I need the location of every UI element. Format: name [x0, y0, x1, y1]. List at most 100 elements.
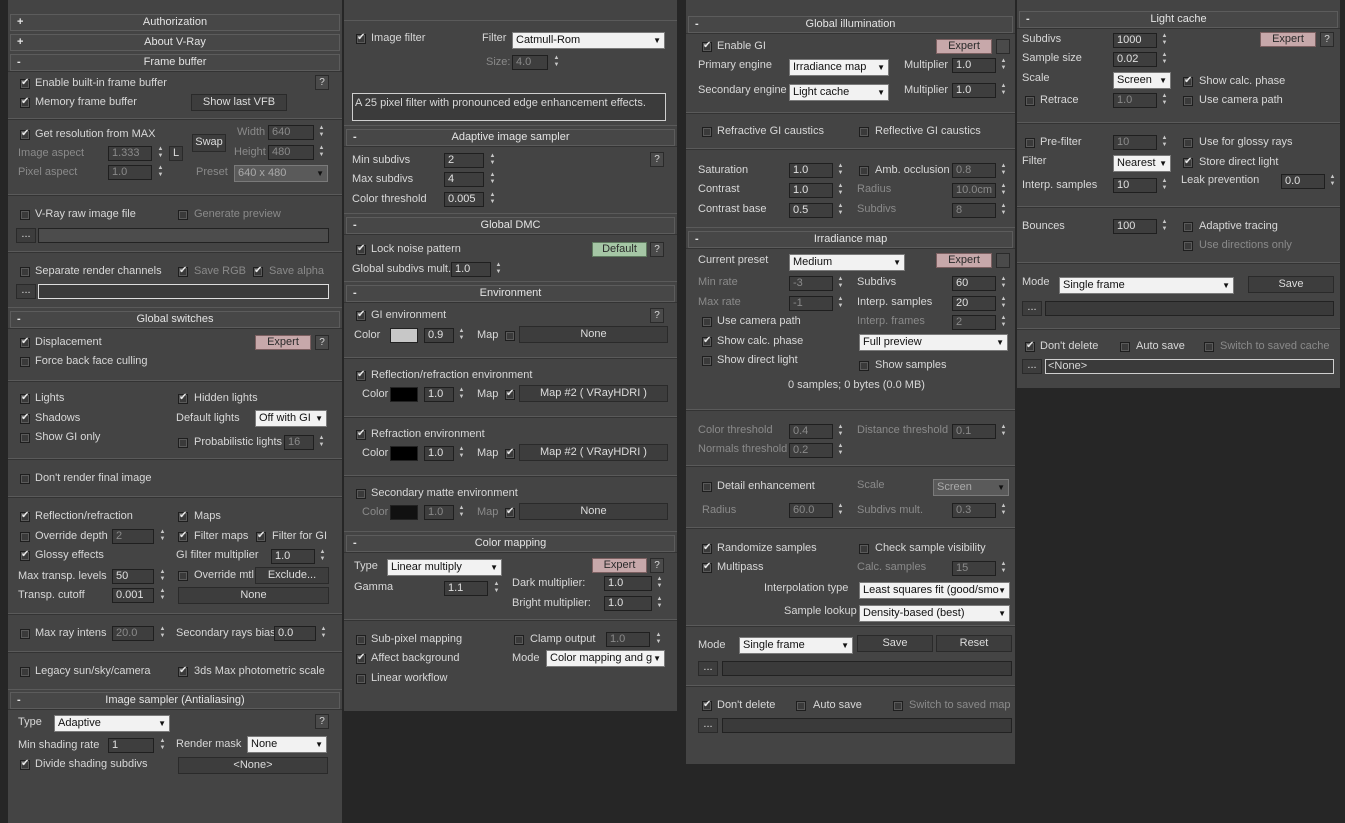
size-spinner[interactable]: 4.0: [512, 55, 548, 70]
filter-gi-checkbox[interactable]: [256, 530, 266, 542]
transp-cutoff-spinner[interactable]: 0.001: [112, 588, 154, 603]
irr-interp-samples-arrows[interactable]: ▲ ▼: [999, 296, 1008, 311]
primary-mult-arrows[interactable]: ▲ ▼: [999, 58, 1008, 73]
dark-mult-arrows[interactable]: ▲ ▼: [655, 576, 664, 591]
enable-vfb-checkbox[interactable]: [20, 77, 30, 89]
multipass-checkbox[interactable]: [702, 561, 712, 573]
irr-mode-dropdown[interactable]: Single frame: [739, 637, 853, 654]
amb-occ-arrows[interactable]: ▲ ▼: [999, 163, 1008, 178]
irr-reset-button[interactable]: Reset: [936, 635, 1012, 652]
rollout-global-illumination[interactable]: - Global illumination: [688, 16, 1013, 33]
ao-subdivs-arrows[interactable]: ▲ ▼: [999, 203, 1008, 218]
refl-mult-spinner[interactable]: 1.0: [424, 387, 454, 402]
amb-occ-checkbox[interactable]: [859, 166, 869, 176]
leak-arrows[interactable]: ▲ ▼: [1328, 174, 1337, 189]
irr-dont-delete-checkbox[interactable]: [702, 699, 712, 711]
radius-spinner[interactable]: 10.0cm: [952, 183, 996, 198]
gi-filter-mult-spinner[interactable]: 1.0: [271, 549, 315, 564]
help-button[interactable]: ?: [315, 714, 329, 729]
help-button[interactable]: ?: [1320, 32, 1334, 47]
lc-interp-samples-arrows[interactable]: ▲ ▼: [1160, 178, 1169, 193]
save-rgb-checkbox[interactable]: [178, 265, 188, 277]
override-mtl-none-button[interactable]: None: [178, 587, 329, 604]
sec-map-checkbox[interactable]: [505, 506, 515, 518]
expert-button[interactable]: Expert: [592, 558, 647, 573]
refr-mult-spinner[interactable]: 1.0: [424, 446, 454, 461]
sample-size-spinner[interactable]: 0.02: [1113, 52, 1157, 67]
height-spinner[interactable]: 480: [268, 145, 314, 160]
preset-dropdown[interactable]: 640 x 480: [234, 165, 328, 182]
lc-dont-delete-checkbox[interactable]: [1025, 340, 1035, 352]
raw-browse-button[interactable]: ...: [16, 228, 36, 243]
exclude-button[interactable]: Exclude...: [255, 567, 329, 584]
sec-mult-arrows[interactable]: ▲ ▼: [457, 505, 466, 520]
rollout-environment[interactable]: - Environment: [346, 285, 675, 302]
height-arrows[interactable]: ▲ ▼: [317, 145, 326, 160]
photometric-checkbox[interactable]: [178, 665, 188, 677]
retrace-spinner[interactable]: 1.0: [1113, 93, 1157, 108]
max-rate-spinner[interactable]: -1: [789, 296, 833, 311]
image-filter-checkbox[interactable]: [356, 32, 366, 44]
override-depth-arrows[interactable]: ▲ ▼: [158, 529, 167, 544]
calc-samples-spinner[interactable]: 15: [952, 561, 996, 576]
cur-preset-dropdown[interactable]: Medium: [789, 254, 905, 271]
lc-autosave-browse-button[interactable]: ...: [1022, 359, 1042, 374]
clamp-arrows[interactable]: ▲ ▼: [654, 632, 663, 647]
sep-channels-checkbox[interactable]: [20, 267, 30, 277]
refl-color-swatch[interactable]: [390, 387, 418, 402]
gi-map-checkbox[interactable]: [505, 331, 515, 341]
interp-frames-arrows[interactable]: ▲ ▼: [999, 315, 1008, 330]
refr-env-checkbox[interactable]: [356, 428, 366, 440]
refl-refr-checkbox[interactable]: [20, 510, 30, 522]
prefilter-arrows[interactable]: ▲ ▼: [1160, 135, 1169, 150]
detail-checkbox[interactable]: [702, 482, 712, 492]
use-dirs-checkbox[interactable]: [1183, 241, 1193, 251]
show-calc-checkbox[interactable]: [702, 335, 712, 347]
gen-preview-checkbox[interactable]: [178, 210, 188, 220]
rollout-adaptive-sampler[interactable]: - Adaptive image sampler: [346, 129, 675, 146]
subdivs-mult-spinner[interactable]: 0.3: [952, 503, 996, 518]
leak-spinner[interactable]: 0.0: [1281, 174, 1325, 189]
image-aspect-spinner[interactable]: 1.333: [108, 146, 152, 161]
displacement-checkbox[interactable]: [20, 336, 30, 348]
gi-env-checkbox[interactable]: [356, 309, 366, 321]
maps-checkbox[interactable]: [178, 510, 188, 522]
contrast-arrows[interactable]: ▲ ▼: [836, 183, 845, 198]
sec-mult-spinner[interactable]: 1.0: [424, 505, 454, 520]
lc-switch-saved-checkbox[interactable]: [1204, 342, 1214, 352]
max-transp-arrows[interactable]: ▲ ▼: [158, 569, 167, 584]
pixel-aspect-spinner[interactable]: 1.0: [108, 165, 152, 180]
refl-mult-arrows[interactable]: ▲ ▼: [457, 387, 466, 402]
force-back-checkbox[interactable]: [20, 357, 30, 367]
irr-browse-button[interactable]: ...: [698, 661, 718, 676]
memory-fb-checkbox[interactable]: [20, 96, 30, 108]
lights-checkbox[interactable]: [20, 392, 30, 404]
clamp-checkbox[interactable]: [514, 635, 524, 645]
gi-filter-mult-arrows[interactable]: ▲ ▼: [318, 549, 327, 564]
width-arrows[interactable]: ▲ ▼: [317, 125, 326, 140]
rollout-irradiance-map[interactable]: - Irradiance map: [688, 231, 1013, 248]
rollout-authorization[interactable]: + Authorization: [10, 14, 340, 31]
refr-map-checkbox[interactable]: [505, 447, 515, 459]
min-subdivs-arrows[interactable]: ▲ ▼: [488, 153, 497, 168]
show-gi-only-checkbox[interactable]: [20, 433, 30, 443]
irr-path-field[interactable]: [722, 661, 1012, 676]
help-button[interactable]: [996, 39, 1010, 54]
bounces-spinner[interactable]: 100: [1113, 219, 1157, 234]
show-direct-checkbox[interactable]: [702, 356, 712, 366]
lc-use-cam-checkbox[interactable]: [1183, 96, 1193, 106]
max-ray-intens-arrows[interactable]: ▲ ▼: [158, 626, 167, 641]
min-rate-spinner[interactable]: -3: [789, 276, 833, 291]
channels-path-field[interactable]: [38, 284, 329, 299]
lc-autosave-path-field[interactable]: <None>: [1045, 359, 1334, 374]
refr-mult-arrows[interactable]: ▲ ▼: [457, 446, 466, 461]
max-ray-intens-checkbox[interactable]: [20, 629, 30, 639]
help-button[interactable]: ?: [650, 558, 664, 573]
image-aspect-arrows[interactable]: ▲ ▼: [156, 146, 165, 161]
lc-scale-dropdown[interactable]: Screen: [1113, 72, 1171, 89]
help-button[interactable]: ?: [315, 75, 329, 90]
normals-thr-spinner[interactable]: 0.2: [789, 443, 833, 458]
render-mask-dropdown[interactable]: None: [247, 736, 327, 753]
rollout-frame-buffer[interactable]: - Frame buffer: [10, 54, 340, 71]
irr-subdivs-spinner[interactable]: 60: [952, 276, 996, 291]
